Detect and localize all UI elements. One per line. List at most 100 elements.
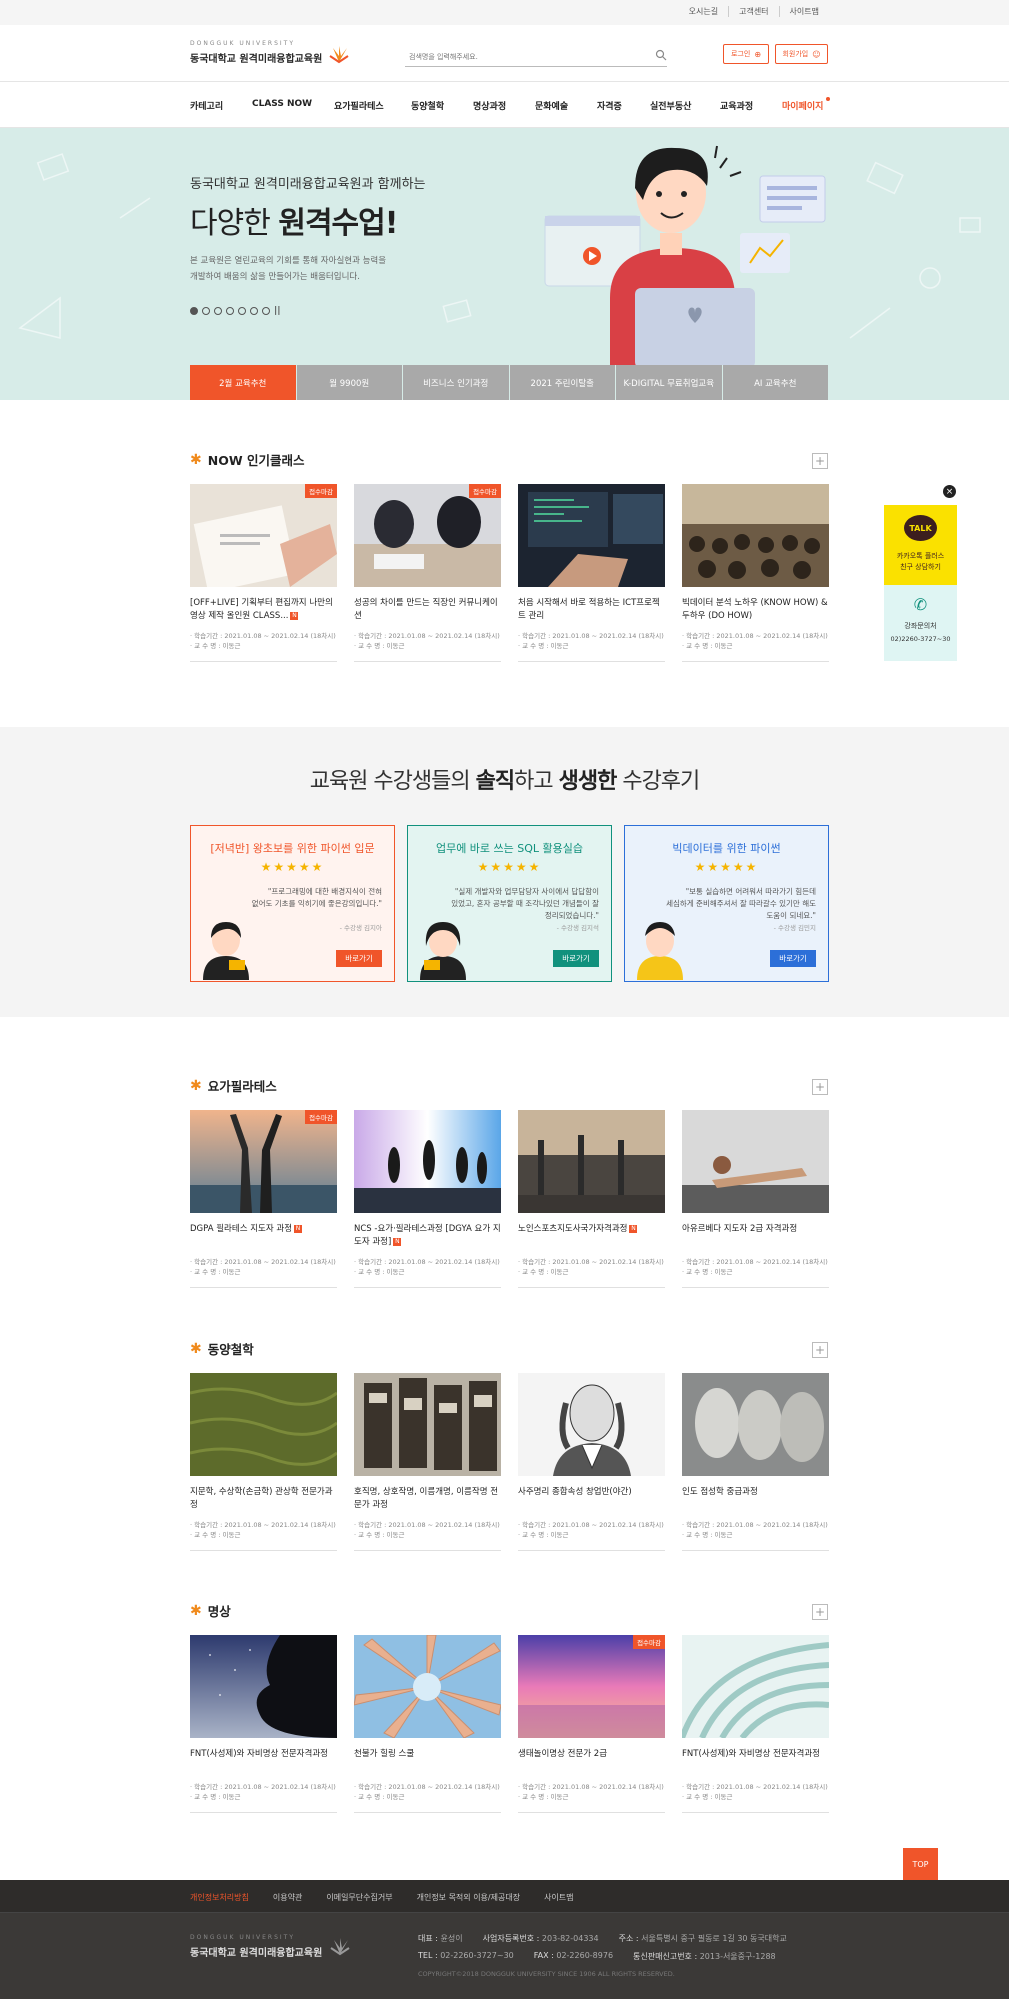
slider-dot[interactable] bbox=[238, 307, 246, 315]
course-teacher: · 교 수 명 : 이동근 bbox=[682, 1793, 733, 1801]
course-card[interactable]: NCS -요가·필라테스과정 [DGYA 요가 지도자 과정] N · 학습기간 … bbox=[354, 1110, 501, 1288]
course-teacher: · 교 수 명 : 이동근 bbox=[518, 1268, 569, 1276]
footer-link-terms[interactable]: 이용약관 bbox=[261, 1892, 314, 1903]
nav-item-meditation[interactable]: 명상과정 bbox=[473, 99, 506, 112]
divider bbox=[190, 661, 337, 662]
course-card[interactable]: 호직명, 상호작명, 이름개명, 이름작명 전문가 과정 · 학습기간 : 20… bbox=[354, 1373, 501, 1551]
hero-tab[interactable]: AI 교육추천 bbox=[722, 365, 828, 400]
course-card[interactable]: FNT(사성제)와 자비명상 전문자격과정 · 학습기간 : 2021.01.0… bbox=[190, 1635, 337, 1813]
close-icon[interactable]: × bbox=[943, 485, 956, 498]
course-card[interactable]: 접수마감 [OFF+LIVE] 기획부터 편집까지 나만의 영상 제작 올인원 … bbox=[190, 484, 337, 662]
slider-dot[interactable] bbox=[190, 307, 198, 315]
util-link-sitemap[interactable]: 사이트맵 bbox=[778, 6, 829, 17]
util-link-directions[interactable]: 오시는길 bbox=[679, 6, 728, 17]
course-thumbnail bbox=[190, 1635, 337, 1738]
nav-item-courses[interactable]: 교육과정 bbox=[720, 99, 753, 112]
nav-item-eastern-philosophy[interactable]: 동양철학 bbox=[411, 99, 444, 112]
main-nav: 카테고리 CLASS NOW 요가필라테스 동양철학 명상과정 문화예술 자격증… bbox=[0, 82, 1009, 128]
hero-tab[interactable]: 2021 주린이탈출 bbox=[509, 365, 616, 400]
nav-item-mypage[interactable]: 마이페이지 bbox=[782, 99, 823, 112]
course-card[interactable]: 천불가 힐링 스쿨 · 학습기간 : 2021.01.08 ~ 2021.02.… bbox=[354, 1635, 501, 1813]
review-go-button[interactable]: 바로가기 bbox=[336, 950, 382, 967]
nav-item-category[interactable]: 카테고리 bbox=[190, 99, 223, 112]
hero-banner: 동국대학교 원격미래융합교육원과 함께하는 다양한 원격수업! 본 교육원은 열… bbox=[0, 128, 1009, 400]
course-title: FNT(사성제)와 자비명상 전문자격과정 bbox=[190, 1748, 337, 1774]
footer-logo-title: 동국대학교 원격미래융합교육원 bbox=[190, 1948, 323, 1959]
course-teacher: · 교 수 명 : 이동근 bbox=[518, 642, 569, 650]
review-quote-line: 세심하게 준비해주셔서 잘 따라갈수 있기만 해도 도움이 되네요." bbox=[666, 899, 816, 920]
hero-desc-line-1: 본 교육원은 열린교육의 기회를 통해 자아실현과 능력을 bbox=[190, 256, 387, 266]
search-icon[interactable] bbox=[655, 49, 667, 61]
section-title-now: ✱ NOW 인기클래스 bbox=[190, 450, 304, 469]
review-go-button[interactable]: 바로가기 bbox=[553, 950, 599, 967]
review-quote: "프로그래밍에 대한 배경지식이 전혀 없어도 기초를 익히기에 좋은강의입니다.… bbox=[232, 886, 382, 910]
review-quote-line: "프로그래밍에 대한 배경지식이 전혀 bbox=[267, 887, 382, 896]
new-badge: N bbox=[393, 1237, 402, 1246]
nav-item-yoga[interactable]: 요가필라테스 bbox=[334, 99, 384, 112]
footer-registration: 통신판매신고번호 : 2013-서울중구-1288 bbox=[633, 1951, 796, 1962]
logo-title[interactable]: 동국대학교 원격미래융합교육원 bbox=[190, 50, 322, 65]
nav-item-culture[interactable]: 문화예술 bbox=[535, 99, 568, 112]
slider-dot[interactable] bbox=[250, 307, 258, 315]
course-title: 빅데이터 분석 노하우 (KNOW HOW) & 두하우 (DO HOW) bbox=[682, 597, 829, 623]
course-card[interactable]: 지문학, 수상학(손금학) 관상학 전문가과정 · 학습기간 : 2021.01… bbox=[190, 1373, 337, 1551]
scroll-top-button[interactable]: TOP bbox=[903, 1848, 938, 1881]
course-card[interactable]: 접수마감 DGPA 필라테스 지도자 과정 N · 학습기간 : 2021.01.… bbox=[190, 1110, 337, 1288]
hero-tab[interactable]: K-DIGITAL 무료취업교육 bbox=[616, 365, 723, 400]
join-button[interactable]: 회원가입 ☺ bbox=[775, 44, 828, 64]
course-card[interactable]: 접수마감 생태놀이명상 전문가 2급 · 학습기간 : 2021.01.08 ~… bbox=[518, 1635, 665, 1813]
hero-tab[interactable]: 비즈니스 인기과정 bbox=[403, 365, 510, 400]
review-quote: "보통 실습하면 어려워서 따라가기 힘든데 세심하게 준비해주셔서 잘 따라갈수… bbox=[666, 886, 816, 922]
hero-illustration bbox=[544, 145, 826, 368]
join-label: 회원가입 bbox=[782, 50, 809, 58]
search-input[interactable] bbox=[405, 47, 667, 67]
more-plus-button[interactable]: + bbox=[812, 1342, 828, 1358]
kakao-talk-button[interactable]: TALK 카카오톡 플러스 친구 상담하기 bbox=[884, 505, 957, 585]
slider-dot[interactable] bbox=[214, 307, 222, 315]
hero-tab[interactable]: 2월 교육추천 bbox=[190, 365, 297, 400]
slider-dot[interactable] bbox=[226, 307, 234, 315]
course-thumbnail bbox=[354, 1635, 501, 1738]
login-button[interactable]: 로그인 ⊕ bbox=[723, 44, 769, 64]
review-go-button[interactable]: 바로가기 bbox=[770, 950, 816, 967]
course-meta: · 학습기간 : 2021.01.08 ~ 2021.02.14 (18차시) ·… bbox=[190, 1257, 337, 1277]
nav-item-class-now[interactable]: CLASS NOW bbox=[252, 99, 312, 109]
course-meta: · 학습기간 : 2021.01.08 ~ 2021.02.14 (18차시) ·… bbox=[190, 1782, 337, 1802]
review-author: - 수강생 김지석 bbox=[556, 924, 599, 932]
slider-dot[interactable] bbox=[202, 307, 210, 315]
course-card[interactable]: 빅데이터 분석 노하우 (KNOW HOW) & 두하우 (DO HOW) · … bbox=[682, 484, 829, 662]
course-period: · 학습기간 : 2021.01.08 ~ 2021.02.14 (18차시) bbox=[518, 1783, 664, 1791]
section-title-med-text: 명상 bbox=[207, 1604, 231, 1619]
footer-link-email-policy[interactable]: 이메일무단수집거부 bbox=[314, 1892, 404, 1903]
course-meta: · 학습기간 : 2021.01.08 ~ 2021.02.14 (18차시) ·… bbox=[518, 631, 665, 651]
pause-icon[interactable]: || bbox=[274, 306, 281, 316]
footer-value: 203-82-04334 bbox=[541, 1934, 599, 1943]
footer-info-row-2: TEL : 02-2260-3727~30 FAX : 02-2260-8976… bbox=[418, 1951, 796, 1962]
student-avatar-icon bbox=[203, 922, 249, 980]
course-card[interactable]: 아유르베다 지도자 2급 자격과정 · 학습기간 : 2021.01.08 ~ … bbox=[682, 1110, 829, 1288]
hero-title-bold: 원격수업! bbox=[278, 206, 398, 241]
course-card[interactable]: 사주명리 종합속성 창업반(야간) · 학습기간 : 2021.01.08 ~ … bbox=[518, 1373, 665, 1551]
course-card[interactable]: FNT(사성제)와 자비명상 전문자격과정 · 학습기간 : 2021.01.0… bbox=[682, 1635, 829, 1813]
course-card[interactable]: 접수마감 성공의 차이를 만드는 직장인 커뮤니케이션 · 학습기간 : 202… bbox=[354, 484, 501, 662]
footer-link-sitemap[interactable]: 사이트맵 bbox=[532, 1892, 585, 1903]
course-period: · 학습기간 : 2021.01.08 ~ 2021.02.14 (18차시) bbox=[354, 1258, 500, 1266]
call-inquiry-box[interactable]: ✆ 강좌문의처 02)2260-3727~30 bbox=[884, 585, 957, 661]
course-card[interactable]: 노인스포츠지도사국가자격과정 N · 학습기간 : 2021.01.08 ~ 20… bbox=[518, 1110, 665, 1288]
course-card[interactable]: 인도 점성학 중급과정 · 학습기간 : 2021.01.08 ~ 2021.0… bbox=[682, 1373, 829, 1551]
util-link-support[interactable]: 고객센터 bbox=[728, 6, 778, 17]
more-plus-button[interactable]: + bbox=[812, 1079, 828, 1095]
hero-tab[interactable]: 월 9900원 bbox=[296, 365, 403, 400]
nav-item-real-estate[interactable]: 실전부동산 bbox=[650, 99, 691, 112]
more-plus-button[interactable]: + bbox=[812, 1604, 828, 1620]
footer-link-privacy[interactable]: 개인정보처리방침 bbox=[190, 1892, 261, 1903]
more-plus-button[interactable]: + bbox=[812, 453, 828, 469]
nav-item-certificate[interactable]: 자격증 bbox=[597, 99, 622, 112]
course-title-text: 인도 점성학 중급과정 bbox=[682, 1487, 758, 1497]
footer-link-privacy-ledger[interactable]: 개인정보 목적외 이용/제공대장 bbox=[405, 1892, 532, 1903]
course-card[interactable]: 처음 시작해서 바로 적용하는 ICT프로젝트 관리 · 학습기간 : 2021… bbox=[518, 484, 665, 662]
review-title-part: 교육원 수강생들의 bbox=[309, 769, 471, 794]
slider-dot[interactable] bbox=[262, 307, 270, 315]
footer-address: 주소 : 서울특별시 중구 필동로 1길 30 동국대학교 bbox=[619, 1933, 807, 1944]
course-period: · 학습기간 : 2021.01.08 ~ 2021.02.14 (18차시) bbox=[682, 1258, 828, 1266]
